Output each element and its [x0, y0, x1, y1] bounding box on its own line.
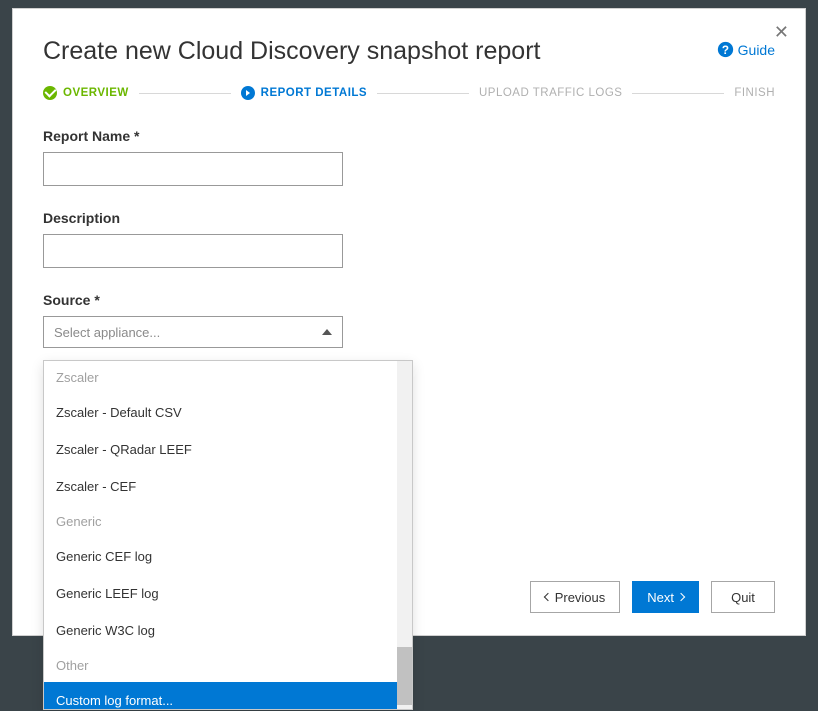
- play-icon: [241, 86, 255, 100]
- close-button[interactable]: ✕: [774, 23, 789, 41]
- wizard-stepper: OVERVIEW REPORT DETAILS UPLOAD TRAFFIC L…: [43, 86, 775, 100]
- dropdown-item[interactable]: Zscaler - Default CSV: [44, 394, 412, 431]
- description-label: Description: [43, 210, 775, 226]
- source-placeholder: Select appliance...: [54, 325, 160, 340]
- scrollbar-track[interactable]: [397, 361, 412, 709]
- chevron-right-icon: [677, 593, 685, 601]
- step-finish: FINISH: [734, 87, 775, 99]
- modal-header: Create new Cloud Discovery snapshot repo…: [43, 37, 775, 66]
- step-report-details[interactable]: REPORT DETAILS: [241, 86, 367, 100]
- dropdown-item[interactable]: Zscaler - CEF: [44, 468, 412, 505]
- dropdown-item[interactable]: Generic W3C log: [44, 612, 412, 649]
- report-name-input[interactable]: [43, 152, 343, 186]
- step-overview[interactable]: OVERVIEW: [43, 86, 129, 100]
- step-label: UPLOAD TRAFFIC LOGS: [479, 87, 622, 99]
- dropdown-item-selected[interactable]: Custom log format...: [44, 682, 412, 709]
- scrollbar-thumb[interactable]: [397, 647, 412, 705]
- report-name-label: Report Name *: [43, 128, 775, 144]
- source-label: Source *: [43, 292, 775, 308]
- quit-label: Quit: [731, 590, 755, 605]
- dropdown-item[interactable]: Zscaler - QRadar LEEF: [44, 431, 412, 468]
- wizard-footer: Previous Next Quit: [530, 581, 775, 613]
- step-divider: [377, 93, 469, 94]
- chevron-up-icon: [322, 329, 332, 335]
- help-icon: ?: [717, 41, 734, 58]
- quit-button[interactable]: Quit: [711, 581, 775, 613]
- source-field: Source * Select appliance...: [43, 292, 775, 348]
- form: Report Name * Description Source * Selec…: [43, 128, 775, 348]
- step-divider: [632, 93, 724, 94]
- modal-title: Create new Cloud Discovery snapshot repo…: [43, 37, 540, 66]
- previous-label: Previous: [555, 590, 606, 605]
- description-field: Description: [43, 210, 775, 268]
- guide-label: Guide: [738, 42, 775, 58]
- description-input[interactable]: [43, 234, 343, 268]
- next-label: Next: [647, 590, 674, 605]
- dropdown-group: Other: [44, 649, 412, 682]
- next-button[interactable]: Next: [632, 581, 699, 613]
- step-divider: [139, 93, 231, 94]
- step-upload-logs: UPLOAD TRAFFIC LOGS: [479, 87, 622, 99]
- step-label: OVERVIEW: [63, 87, 129, 99]
- dropdown-item[interactable]: Generic LEEF log: [44, 575, 412, 612]
- step-label: REPORT DETAILS: [261, 87, 367, 99]
- svg-text:?: ?: [722, 44, 729, 57]
- dropdown-group: Zscaler: [44, 361, 412, 394]
- check-icon: [43, 86, 57, 100]
- modal-dialog: ✕ Create new Cloud Discovery snapshot re…: [12, 8, 806, 636]
- guide-link[interactable]: ? Guide: [717, 41, 775, 58]
- source-dropdown: Zscaler Zscaler - Default CSV Zscaler - …: [43, 360, 413, 710]
- chevron-left-icon: [543, 593, 551, 601]
- dropdown-group: Generic: [44, 505, 412, 538]
- dropdown-item[interactable]: Generic CEF log: [44, 538, 412, 575]
- step-label: FINISH: [734, 87, 775, 99]
- report-name-field: Report Name *: [43, 128, 775, 186]
- previous-button[interactable]: Previous: [530, 581, 621, 613]
- source-select[interactable]: Select appliance...: [43, 316, 343, 348]
